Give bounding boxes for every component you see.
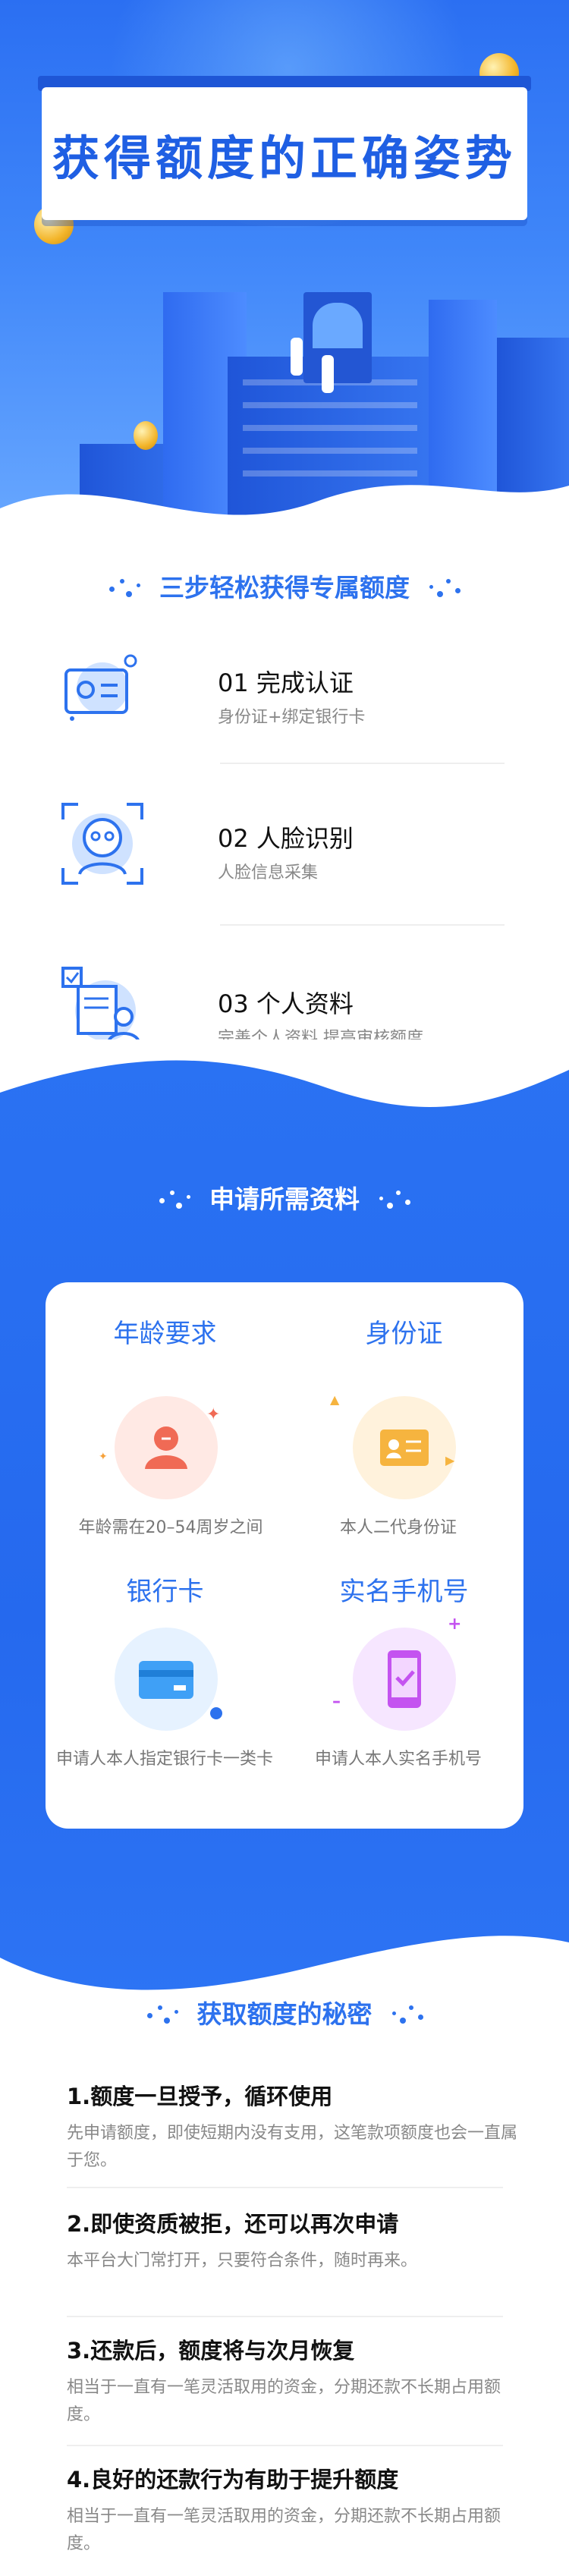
minus-decor-icon: – [332,1692,341,1711]
wave-divider [0,485,569,561]
section-title: 获取额度的秘密 [196,1999,373,2029]
step-title: 01 完成认证 [218,668,354,697]
tip-item: 2.即使资质被拒，还可以再次申请 本平台大门常打开，只要符合条件，随时再来。 [67,2206,522,2275]
tip-desc: 本平台大门常打开，只要符合条件，随时再来。 [67,2251,418,2270]
requirement-desc: 年龄需在20–54周岁之间 [78,1518,263,1537]
divider [220,763,505,764]
requirement-title: 银行卡 [126,1577,204,1607]
requirement-title: 年龄要求 [113,1319,217,1349]
step-item: 01 完成认证 身份证+绑定银行卡 [57,634,505,747]
tip-desc: 先申请额度，即使短期内没有支用，这笔款项额度也会一直属于您。 [67,2124,518,2170]
bank-card-icon [115,1628,218,1731]
tip-item: 3.还款后，额度将与次月恢复 相当于一直有一笔灵活取用的资金，分期还款不长期占用… [67,2333,522,2429]
decor-dots-icon [106,574,143,597]
requirement-title: 身份证 [365,1319,443,1349]
requirement-desc: 本人二代身份证 [339,1518,457,1537]
step-title: 03 个人资料 [218,989,354,1018]
step-title: 02 人脸识别 [218,824,354,853]
plus-decor-icon: + [448,1615,462,1634]
person-figure-icon [322,355,334,393]
triangle-decor-icon: ▲ [330,1392,340,1407]
wave-divider [0,1040,569,1107]
divider [67,2316,503,2317]
requirement-desc: 申请人本人指定银行卡一类卡 [55,1750,273,1769]
tip-title: 4.良好的还款行为有助于提升额度 [67,2467,399,2493]
step-item: 02 人脸识别 人脸信息采集 [57,789,505,903]
requirements-section-header: 申请所需资料 [0,1175,569,1220]
decor-dots-icon [156,1186,193,1209]
divider [67,2187,503,2188]
tip-item: 4.良好的还款行为有助于提升额度 相当于一直有一笔灵活取用的资金，分期还款不长期… [67,2462,522,2558]
phone-check-icon [353,1628,456,1731]
tip-title: 1.额度一旦授予，循环使用 [67,2084,333,2109]
decor-dots-icon [376,1186,413,1209]
requirement-desc: 申请人本人实名手机号 [314,1750,482,1769]
tip-desc: 相当于一直有一笔灵活取用的资金，分期还款不长期占用额度。 [67,2378,501,2424]
divider [220,924,505,926]
step-desc: 身份证+绑定银行卡 [218,708,366,727]
sparkle-icon: ✦ [99,1451,108,1463]
coin-icon [134,421,158,450]
id-card-icon [353,1396,456,1499]
divider [67,2445,503,2446]
section-title: 三步轻松获得专属额度 [159,573,410,602]
requirements-card: 年龄要求 ✦ ✦ 年龄需在20–54周岁之间 身份证 ▲ ▶ 本人二代身份证 银… [46,1282,523,1829]
face-scan-icon [57,798,148,889]
tip-item: 1.额度一旦授予，循环使用 先申请额度，即使短期内没有支用，这笔款项额度也会一直… [67,2079,522,2175]
person-icon [115,1396,218,1499]
person-figure-icon [291,338,303,376]
requirement-title: 实名手机号 [339,1577,469,1607]
page-title: 获得额度的正确姿势 [52,130,517,186]
secrets-section-header: 获取额度的秘密 [0,1989,569,2035]
step-desc: 人脸信息采集 [218,863,319,882]
decor-dots-icon [144,2001,181,2024]
tip-desc: 相当于一直有一笔灵活取用的资金，分期还款不长期占用额度。 [67,2507,501,2553]
tip-title: 2.即使资质被拒，还可以再次申请 [67,2211,399,2237]
dot-decor-icon [210,1707,222,1719]
tip-title: 3.还款后，额度将与次月恢复 [67,2338,355,2364]
id-card-icon [57,643,148,734]
section-title: 申请所需资料 [209,1184,360,1214]
triangle-decor-icon: ▶ [445,1453,455,1467]
decor-dots-icon [389,2001,426,2024]
bank-door-icon [303,292,372,383]
sparkle-icon: ✦ [206,1405,221,1424]
decor-dots-icon [426,574,463,597]
steps-section-header: 三步轻松获得专属额度 [0,563,569,609]
